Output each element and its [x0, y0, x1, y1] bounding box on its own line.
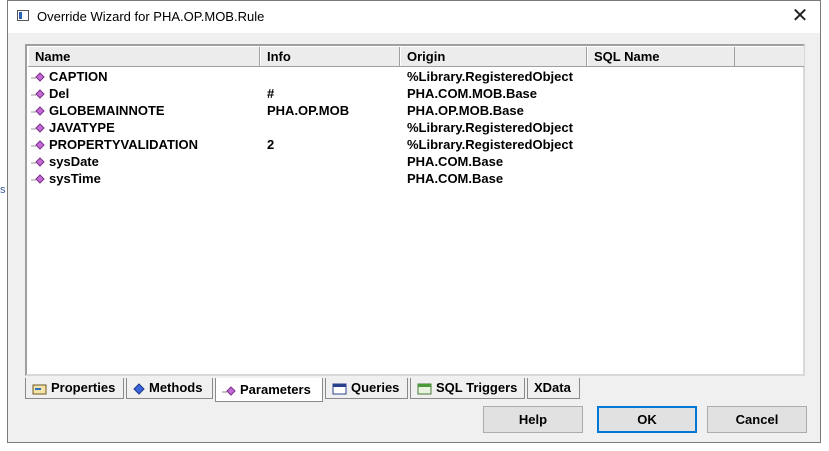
- parameter-icon: [31, 140, 45, 150]
- cell-name: JAVATYPE: [49, 120, 115, 135]
- methods-icon: [133, 382, 145, 395]
- parameters-icon: [222, 385, 236, 396]
- tab-parameters[interactable]: Parameters: [215, 378, 323, 402]
- list-header: Name Info Origin SQL Name: [28, 47, 804, 67]
- tab-sql-triggers[interactable]: SQL Triggers: [410, 378, 525, 399]
- cell-origin: PHA.OP.MOB.Base: [407, 103, 524, 118]
- window-app-icon: [17, 10, 29, 21]
- sql-triggers-icon: [417, 383, 432, 395]
- tab-label: XData: [534, 380, 571, 395]
- tab-queries[interactable]: Queries: [325, 378, 408, 399]
- close-icon[interactable]: ✕: [788, 3, 812, 29]
- tab-label: Properties: [51, 380, 116, 395]
- tab-xdata[interactable]: XData: [527, 378, 580, 399]
- tab-label: Queries: [351, 380, 400, 395]
- column-header-info[interactable]: Info: [260, 47, 400, 66]
- tab-label: Methods: [149, 380, 203, 395]
- cell-name: CAPTION: [49, 69, 108, 84]
- table-row[interactable]: sysDate PHA.COM.Base: [28, 153, 804, 170]
- ok-button[interactable]: OK: [597, 406, 697, 433]
- parameter-icon: [31, 123, 45, 133]
- tab-methods[interactable]: Methods: [126, 378, 213, 399]
- parameter-icon: [31, 157, 45, 167]
- cell-origin: PHA.COM.Base: [407, 171, 504, 186]
- parameters-list-panel[interactable]: Name Info Origin SQL Name CAPTION %Librar…: [25, 44, 805, 376]
- parameter-icon: [31, 174, 45, 184]
- cell-info: #: [267, 86, 275, 101]
- table-row[interactable]: PROPERTYVALIDATION 2 %Library.RegisteredOb…: [28, 136, 804, 153]
- parameter-icon: [31, 72, 45, 82]
- table-row[interactable]: CAPTION %Library.RegisteredObject: [28, 68, 804, 85]
- override-wizard-dialog: Override Wizard for PHA.OP.MOB.Rule ✕ Na…: [7, 0, 821, 443]
- tab-properties[interactable]: Properties: [25, 378, 124, 399]
- properties-icon: [32, 384, 47, 395]
- cell-name: GLOBEMAINNOTE: [49, 103, 165, 118]
- cell-origin: %Library.RegisteredObject: [407, 137, 573, 152]
- table-row[interactable]: GLOBEMAINNOTE PHA.OP.MOB PHA.OP.MOB.Base: [28, 102, 804, 119]
- cell-name: Del: [49, 86, 70, 101]
- cell-info: PHA.OP.MOB: [267, 103, 350, 118]
- tab-label: Parameters: [240, 382, 311, 397]
- cell-origin: %Library.RegisteredObject: [407, 120, 573, 135]
- queries-icon: [332, 383, 347, 395]
- cell-origin: PHA.COM.MOB.Base: [407, 86, 538, 101]
- parameter-icon: [31, 89, 45, 99]
- tab-label: SQL Triggers: [436, 380, 518, 395]
- table-row[interactable]: sysTime PHA.COM.Base: [28, 170, 804, 187]
- cell-name: sysDate: [49, 154, 99, 169]
- list-rows: CAPTION %Library.RegisteredObject Del # PHA.…: [28, 68, 804, 187]
- cell-origin: PHA.COM.Base: [407, 154, 504, 169]
- column-header-sql-name[interactable]: SQL Name: [587, 47, 735, 66]
- table-row[interactable]: JAVATYPE %Library.RegisteredObject: [28, 119, 804, 136]
- cell-name: PROPERTYVALIDATION: [49, 137, 199, 152]
- window-title: Override Wizard for PHA.OP.MOB.Rule: [37, 9, 265, 24]
- column-header-name[interactable]: Name: [28, 47, 260, 66]
- background-text-fragment: s: [0, 184, 6, 196]
- cell-info: 2: [267, 137, 275, 152]
- column-header-origin[interactable]: Origin: [400, 47, 587, 66]
- cancel-button[interactable]: Cancel: [707, 406, 807, 433]
- parameter-icon: [31, 106, 45, 116]
- cell-name: sysTime: [49, 171, 101, 186]
- cell-origin: %Library.RegisteredObject: [407, 69, 573, 84]
- title-bar[interactable]: Override Wizard for PHA.OP.MOB.Rule ✕: [8, 1, 820, 33]
- table-row[interactable]: Del # PHA.COM.MOB.Base: [28, 85, 804, 102]
- help-button[interactable]: Help: [483, 406, 583, 433]
